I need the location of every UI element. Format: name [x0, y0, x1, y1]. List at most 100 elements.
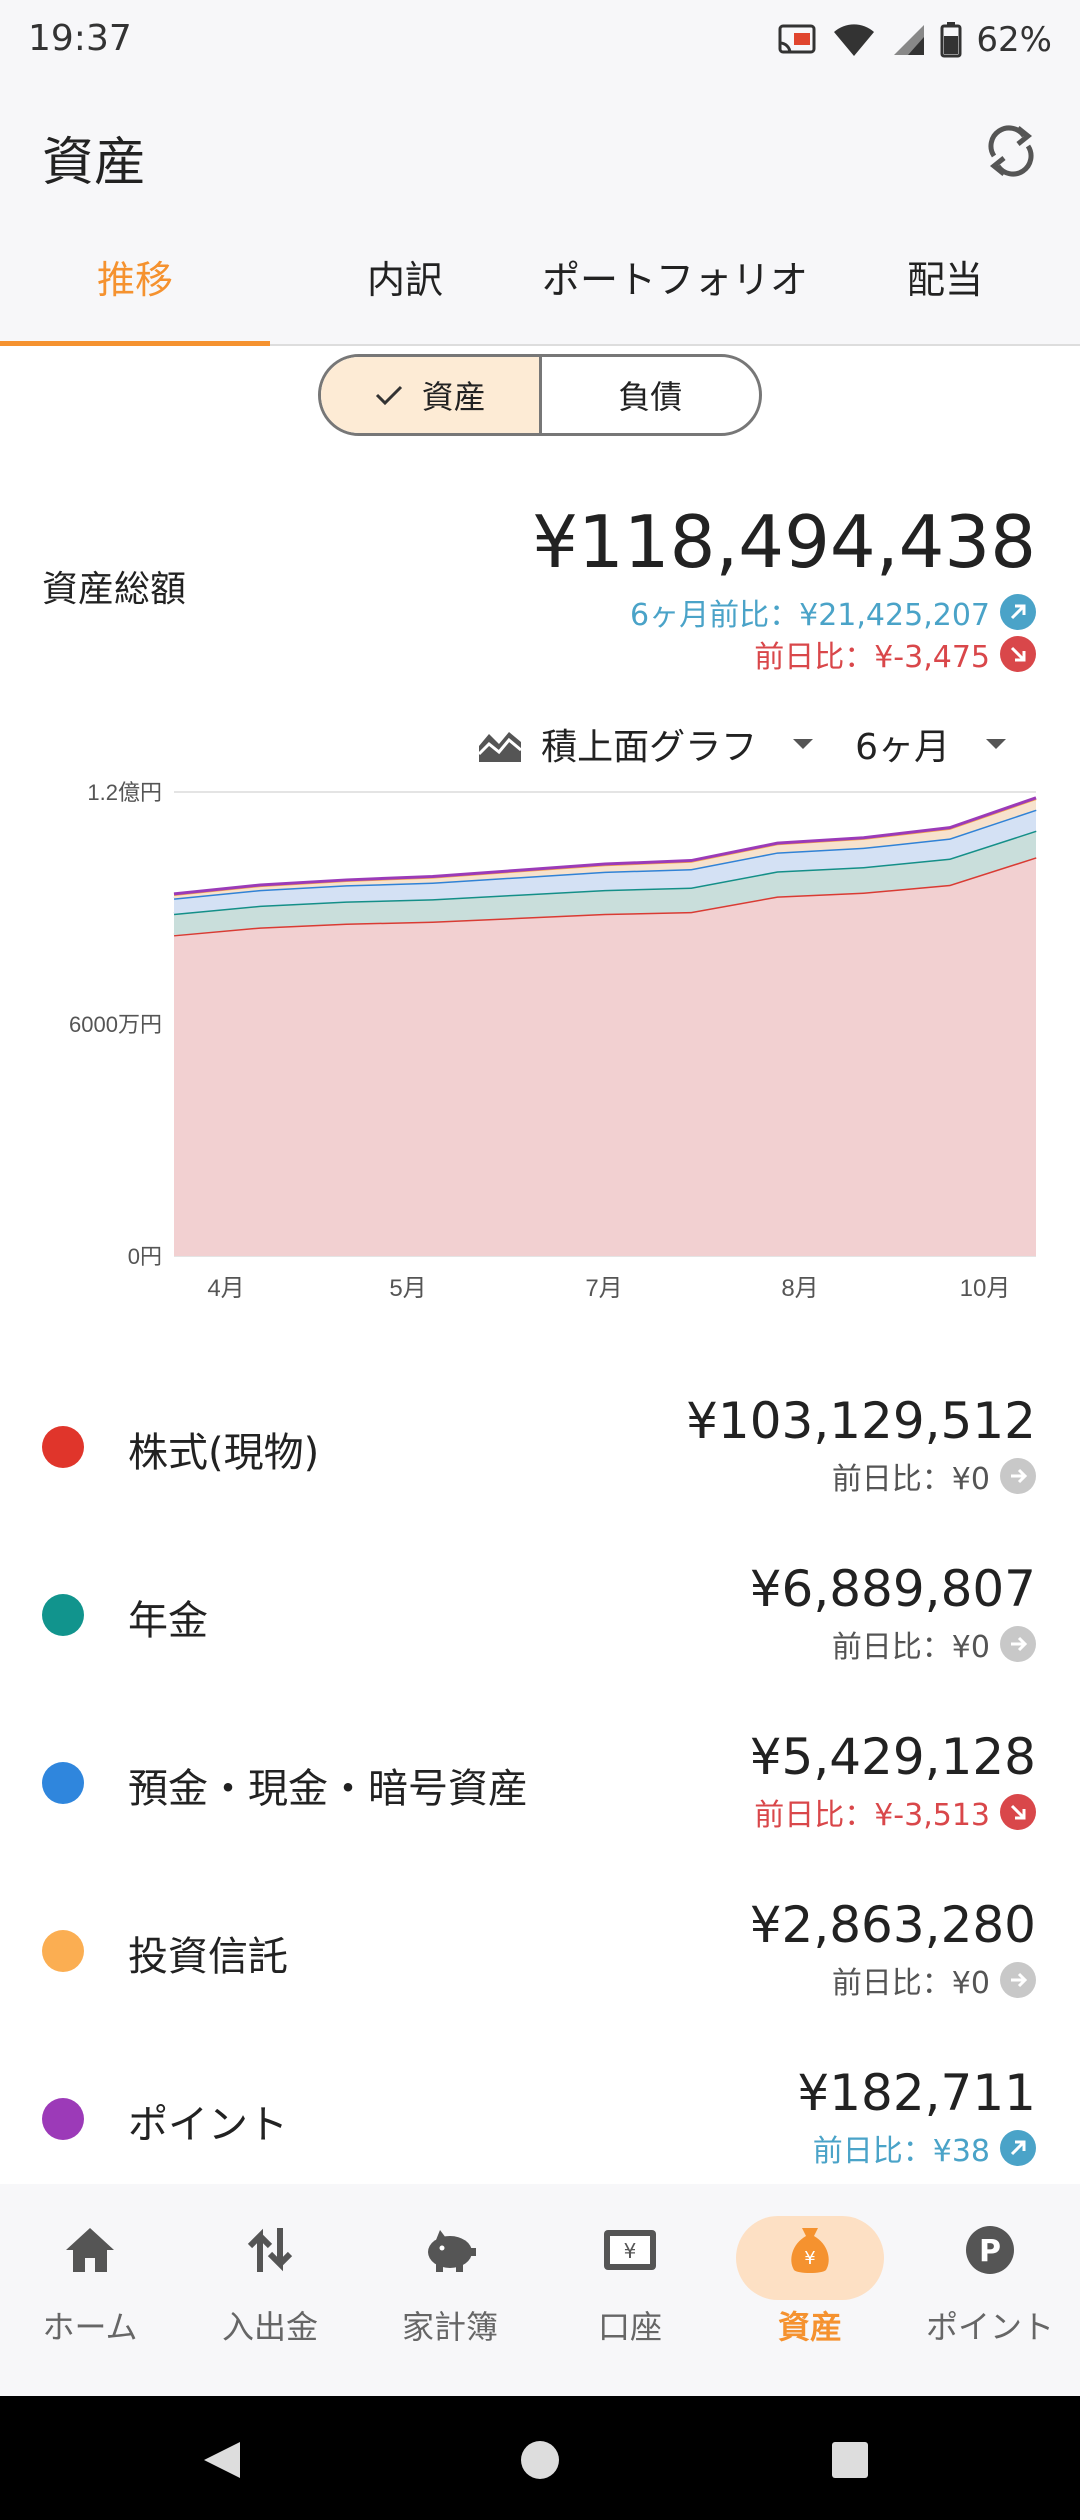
x-tick-label: 7月	[585, 1275, 622, 1302]
toggle-assets-label: 資産	[421, 378, 486, 416]
nav-home-label: ホーム	[42, 2308, 138, 2346]
check-icon	[375, 385, 402, 406]
arrow-down-right-icon	[1000, 636, 1036, 672]
swap-vertical-icon	[247, 2228, 293, 2272]
asset-row-pension[interactable]: 年金 ¥6,889,807 前日比：¥0	[0, 1548, 1080, 1716]
asset-day-change-text: 前日比：¥0	[831, 1462, 990, 1497]
tab-dividend[interactable]: 配当	[810, 220, 1080, 344]
bottom-nav: ホーム 入出金 家計簿 ¥ 口座 ¥ 資産 P ポイント	[0, 2184, 1080, 2396]
chart-period-select[interactable]: 6ヶ月	[855, 718, 950, 770]
toggle-liabilities-label: 負債	[618, 378, 683, 416]
signal-icon	[894, 25, 925, 55]
tab-portfolio[interactable]: ポートフォリオ	[540, 220, 810, 344]
status-icons: 62%	[778, 14, 1052, 66]
home-icon	[66, 2228, 114, 2272]
prev-day-comparison: 前日比：¥-3,475	[754, 632, 1036, 676]
wifi-icon	[834, 24, 875, 56]
six-month-comparison: 6ヶ月前比：¥21,425,207	[630, 590, 1036, 634]
nav-points[interactable]: P ポイント	[900, 2184, 1080, 2396]
asset-day-change: 前日比：¥0	[832, 1622, 1036, 1666]
arrow-right-icon	[1000, 1962, 1036, 1998]
piggy-bank-icon	[428, 2230, 476, 2272]
asset-name: 投資信託	[128, 1934, 288, 1980]
prev-day-comparison-text: 前日比：¥-3,475	[754, 640, 990, 675]
refresh-button[interactable]	[976, 116, 1046, 186]
nav-accounts-label: 口座	[597, 2308, 662, 2346]
points-icon: P	[966, 2226, 1014, 2274]
asset-value: ¥6,889,807	[749, 1560, 1036, 1618]
chart-controls: 積上面グラフ 6ヶ月	[477, 718, 1030, 770]
nav-household[interactable]: 家計簿	[360, 2184, 540, 2396]
legend-dot	[42, 1762, 84, 1804]
legend-dot	[42, 2098, 84, 2140]
back-icon[interactable]	[200, 2438, 244, 2482]
recents-icon[interactable]	[830, 2440, 870, 2480]
stacked-area-chart: 1.2億円 6000万円 0円 4月 5月 7月 8月 10月	[0, 770, 1080, 1310]
y-tick-label: 6000万円	[69, 1012, 162, 1037]
x-tick-label: 8月	[781, 1275, 818, 1302]
nav-home[interactable]: ホーム	[0, 2184, 180, 2396]
system-nav-bar	[0, 2396, 1080, 2520]
nav-assets[interactable]: ¥ 資産	[720, 2184, 900, 2396]
nav-household-label: 家計簿	[401, 2308, 498, 2346]
y-tick-label: 1.2億円	[87, 780, 162, 805]
app-header: 資産	[0, 80, 1080, 220]
asset-value: ¥103,129,512	[686, 1392, 1036, 1450]
chevron-down-icon	[793, 739, 814, 749]
nav-transfers-label: 入出金	[221, 2308, 318, 2346]
svg-text:P: P	[979, 2234, 1001, 2269]
svg-text:¥: ¥	[624, 2239, 637, 2263]
status-time: 19:37	[28, 18, 132, 59]
six-month-comparison-text: 6ヶ月前比：¥21,425,207	[630, 598, 990, 633]
toggle-liabilities[interactable]: 負債	[542, 357, 760, 433]
wallet-icon: ¥	[604, 2230, 656, 2270]
asset-day-change-text: 前日比：¥-3,513	[754, 1798, 990, 1833]
battery-icon	[940, 22, 962, 58]
nav-points-label: ポイント	[925, 2308, 1054, 2346]
y-tick-label: 0円	[128, 1244, 162, 1269]
home-circle-icon[interactable]	[518, 2438, 562, 2482]
asset-value: ¥182,711	[797, 2064, 1036, 2122]
cast-icon	[778, 24, 816, 54]
battery-level: 62%	[976, 20, 1052, 60]
asset-row-stocks[interactable]: 株式(現物) ¥103,129,512 前日比：¥0	[0, 1380, 1080, 1548]
legend-dot	[42, 1594, 84, 1636]
nav-assets-label: 資産	[777, 2308, 842, 2346]
tab-trend[interactable]: 推移	[0, 220, 270, 346]
arrow-right-icon	[1000, 1626, 1036, 1662]
asset-row-deposits[interactable]: 預金・現金・暗号資産 ¥5,429,128 前日比：¥-3,513	[0, 1716, 1080, 1884]
arrow-up-right-icon	[1000, 594, 1036, 630]
arrow-right-icon	[1000, 1458, 1036, 1494]
asset-name: 年金	[128, 1598, 208, 1644]
nav-transfers[interactable]: 入出金	[180, 2184, 360, 2396]
legend-dot	[42, 1426, 84, 1468]
toggle-assets[interactable]: 資産	[321, 357, 542, 433]
asset-row-funds[interactable]: 投資信託 ¥2,863,280 前日比：¥0	[0, 1884, 1080, 2052]
legend-dot	[42, 1930, 84, 1972]
asset-day-change: 前日比：¥38	[813, 2126, 1036, 2170]
refresh-icon	[988, 125, 1034, 177]
money-bag-icon: ¥	[791, 2228, 829, 2273]
area-chart-icon	[478, 732, 523, 762]
chevron-down-icon	[986, 739, 1006, 749]
x-tick-label: 5月	[389, 1275, 426, 1302]
arrow-up-right-icon	[1000, 2130, 1036, 2166]
total-assets-label: 資産総額	[42, 569, 187, 610]
asset-value: ¥2,863,280	[749, 1896, 1036, 1954]
x-tick-label: 4月	[207, 1275, 244, 1302]
asset-name: ポイント	[128, 2102, 288, 2148]
asset-day-change-text: 前日比：¥0	[831, 1966, 990, 2001]
tab-bar: 推移 内訳 ポートフォリオ 配当	[0, 220, 1080, 346]
asset-name: 株式(現物)	[128, 1430, 320, 1476]
arrow-down-right-icon	[1000, 1794, 1036, 1830]
chart-svg: 1.2億円 6000万円 0円 4月 5月 7月 8月 10月	[69, 780, 1037, 1302]
asset-liability-toggle: 資産 負債	[318, 354, 762, 436]
svg-text:¥: ¥	[804, 2248, 815, 2269]
page-title: 資産	[42, 133, 147, 193]
asset-name: 預金・現金・暗号資産	[128, 1766, 528, 1812]
asset-day-change: 前日比：¥0	[832, 1958, 1036, 2002]
tab-breakdown[interactable]: 内訳	[270, 220, 540, 344]
asset-day-change-text: 前日比：¥38	[812, 2134, 990, 2169]
nav-accounts[interactable]: ¥ 口座	[540, 2184, 720, 2396]
chart-type-select[interactable]: 積上面グラフ	[541, 718, 757, 770]
